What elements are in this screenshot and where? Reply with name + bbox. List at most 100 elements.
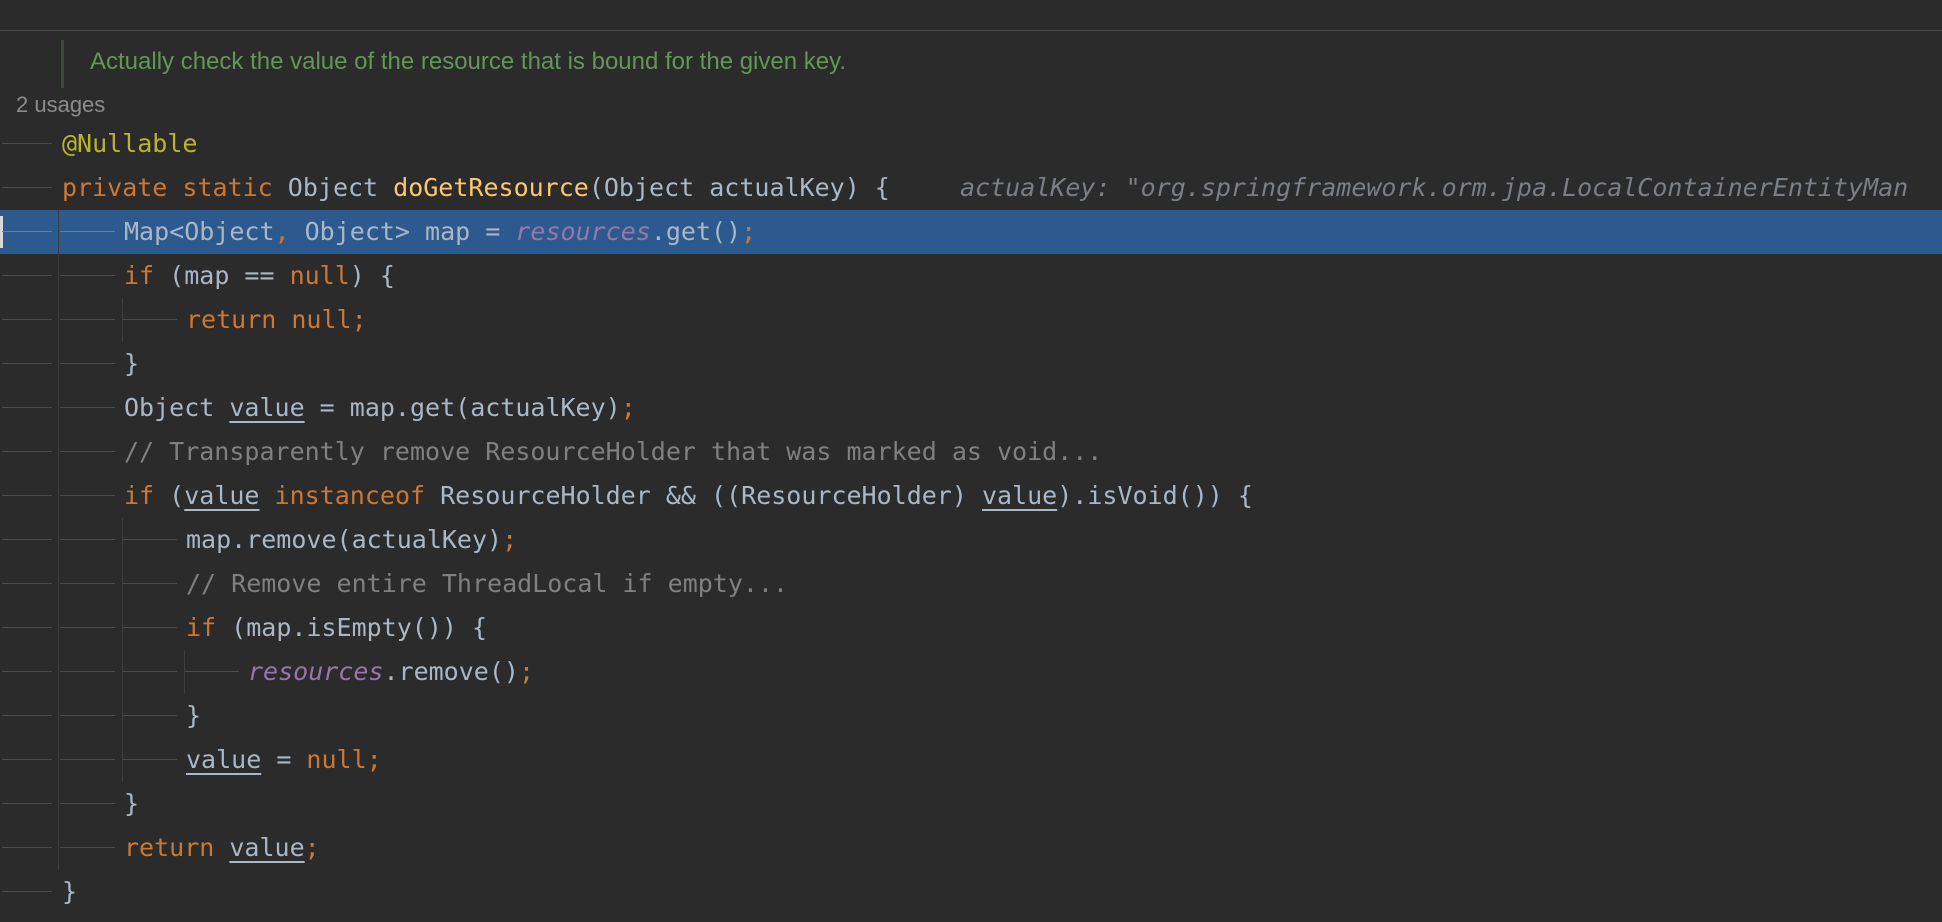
- usages-link[interactable]: 2 usages: [16, 92, 105, 118]
- whitespace-marker: [2, 187, 52, 188]
- whitespace-marker: [2, 319, 52, 320]
- code-line[interactable]: if (map.isEmpty()) {: [0, 606, 1942, 650]
- code-text[interactable]: if (value instanceof ResourceHolder && (…: [124, 480, 1253, 512]
- code-token: value: [981, 481, 1058, 510]
- code-line[interactable]: }: [0, 342, 1942, 386]
- code-token: if: [124, 481, 155, 510]
- code-line[interactable]: }: [0, 870, 1942, 914]
- code-token: ResourceHolder && ((ResourceHolder): [425, 481, 982, 510]
- doc-comment[interactable]: Actually check the value of the resource…: [90, 48, 846, 76]
- whitespace-marker: [2, 495, 52, 496]
- code-line[interactable]: if (map == null) {: [0, 254, 1942, 298]
- whitespace-marker: [2, 891, 52, 892]
- code-token: map.remove(actualKey): [186, 525, 503, 554]
- whitespace-marker: [60, 495, 115, 496]
- whitespace-marker: [60, 847, 115, 848]
- code-token: value: [229, 393, 305, 422]
- code-token: doGetResource: [393, 173, 589, 202]
- whitespace-marker: [2, 583, 52, 584]
- code-token: // Remove entire ThreadLocal if empty...: [186, 569, 789, 598]
- code-token: value: [229, 833, 305, 862]
- code-token: instanceof: [274, 481, 426, 510]
- code-line[interactable]: map.remove(actualKey);: [0, 518, 1942, 562]
- code-text[interactable]: if (map == null) {: [124, 260, 395, 292]
- code-token: value: [186, 745, 262, 774]
- code-line[interactable]: private static Object doGetResource(Obje…: [0, 166, 1942, 210]
- whitespace-marker: [2, 363, 52, 364]
- whitespace-marker: [60, 231, 115, 232]
- code-token: (map ==: [154, 261, 290, 290]
- code-line[interactable]: }: [0, 694, 1942, 738]
- code-token: =: [261, 745, 307, 774]
- code-text[interactable]: Map<Object, Object> map = resources.get(…: [124, 216, 756, 248]
- code-token: value: [184, 481, 260, 510]
- code-line[interactable]: // Transparently remove ResourceHolder t…: [0, 430, 1942, 474]
- code-text[interactable]: }: [186, 700, 201, 732]
- whitespace-marker: [2, 759, 52, 760]
- code-token: ;: [366, 745, 382, 774]
- code-token: Object: [124, 393, 230, 422]
- code-token: ,: [274, 217, 290, 246]
- code-text[interactable]: return null;: [186, 304, 367, 336]
- code-text[interactable]: // Transparently remove ResourceHolder t…: [124, 436, 1102, 468]
- code-line[interactable]: @Nullable: [0, 122, 1942, 166]
- whitespace-marker: [2, 715, 52, 716]
- code-text[interactable]: }: [62, 876, 77, 908]
- code-text[interactable]: }: [124, 788, 139, 820]
- code-text[interactable]: value = null;: [186, 744, 382, 776]
- code-line[interactable]: Object value = map.get(actualKey);: [0, 386, 1942, 430]
- whitespace-marker: [2, 451, 52, 452]
- code-text[interactable]: map.remove(actualKey);: [186, 524, 517, 556]
- code-token: ;: [304, 833, 320, 862]
- code-line[interactable]: return null;: [0, 298, 1942, 342]
- doc-comment-bar: [61, 40, 64, 88]
- code-text[interactable]: private static Object doGetResource(Obje…: [62, 172, 890, 204]
- whitespace-marker: [60, 451, 115, 452]
- code-text[interactable]: if (map.isEmpty()) {: [186, 612, 487, 644]
- code-text[interactable]: }: [124, 348, 139, 380]
- code-text[interactable]: // Remove entire ThreadLocal if empty...: [186, 568, 788, 600]
- code-token: static: [182, 173, 273, 202]
- whitespace-marker: [60, 671, 115, 672]
- whitespace-marker: [60, 407, 115, 408]
- code-token: }: [186, 701, 202, 730]
- code-line[interactable]: Map<Object, Object> map = resources.get(…: [0, 210, 1942, 254]
- code-token: (Object actualKey) {: [588, 173, 890, 202]
- whitespace-marker: [2, 627, 52, 628]
- inline-debug-value[interactable]: actualKey: "org.springframework.orm.jpa.…: [960, 172, 1908, 204]
- code-token: ;: [741, 217, 757, 246]
- code-text[interactable]: resources.remove();: [248, 656, 534, 688]
- code-token: if: [186, 613, 217, 642]
- whitespace-marker: [122, 671, 177, 672]
- code-token: .get(): [650, 217, 742, 246]
- code-token: return: [186, 305, 277, 334]
- code-token: @Nullable: [62, 129, 198, 158]
- code-token: }: [124, 789, 140, 818]
- code-token: resources: [248, 657, 384, 686]
- code-line[interactable]: if (value instanceof ResourceHolder && (…: [0, 474, 1942, 518]
- code-token: ;: [620, 393, 636, 422]
- whitespace-marker: [2, 847, 52, 848]
- whitespace-marker: [60, 275, 115, 276]
- code-text[interactable]: return value;: [124, 832, 320, 864]
- code-line[interactable]: value = null;: [0, 738, 1942, 782]
- whitespace-marker: [60, 539, 115, 540]
- whitespace-marker: [60, 803, 115, 804]
- indent-guide: [58, 210, 59, 870]
- whitespace-marker: [2, 275, 52, 276]
- code-line[interactable]: return value;: [0, 826, 1942, 870]
- code-line[interactable]: }: [0, 782, 1942, 826]
- code-line[interactable]: // Remove entire ThreadLocal if empty...: [0, 562, 1942, 606]
- code-line[interactable]: resources.remove();: [0, 650, 1942, 694]
- code-editor[interactable]: Actually check the value of the resource…: [0, 0, 1942, 922]
- code-text[interactable]: Object value = map.get(actualKey);: [124, 392, 636, 424]
- code-token: null: [289, 261, 350, 290]
- code-text[interactable]: @Nullable: [62, 128, 197, 160]
- whitespace-marker: [2, 407, 52, 408]
- code-token: }: [62, 877, 78, 906]
- whitespace-marker: [60, 715, 115, 716]
- indent-guide: [122, 518, 123, 782]
- whitespace-marker: [2, 539, 52, 540]
